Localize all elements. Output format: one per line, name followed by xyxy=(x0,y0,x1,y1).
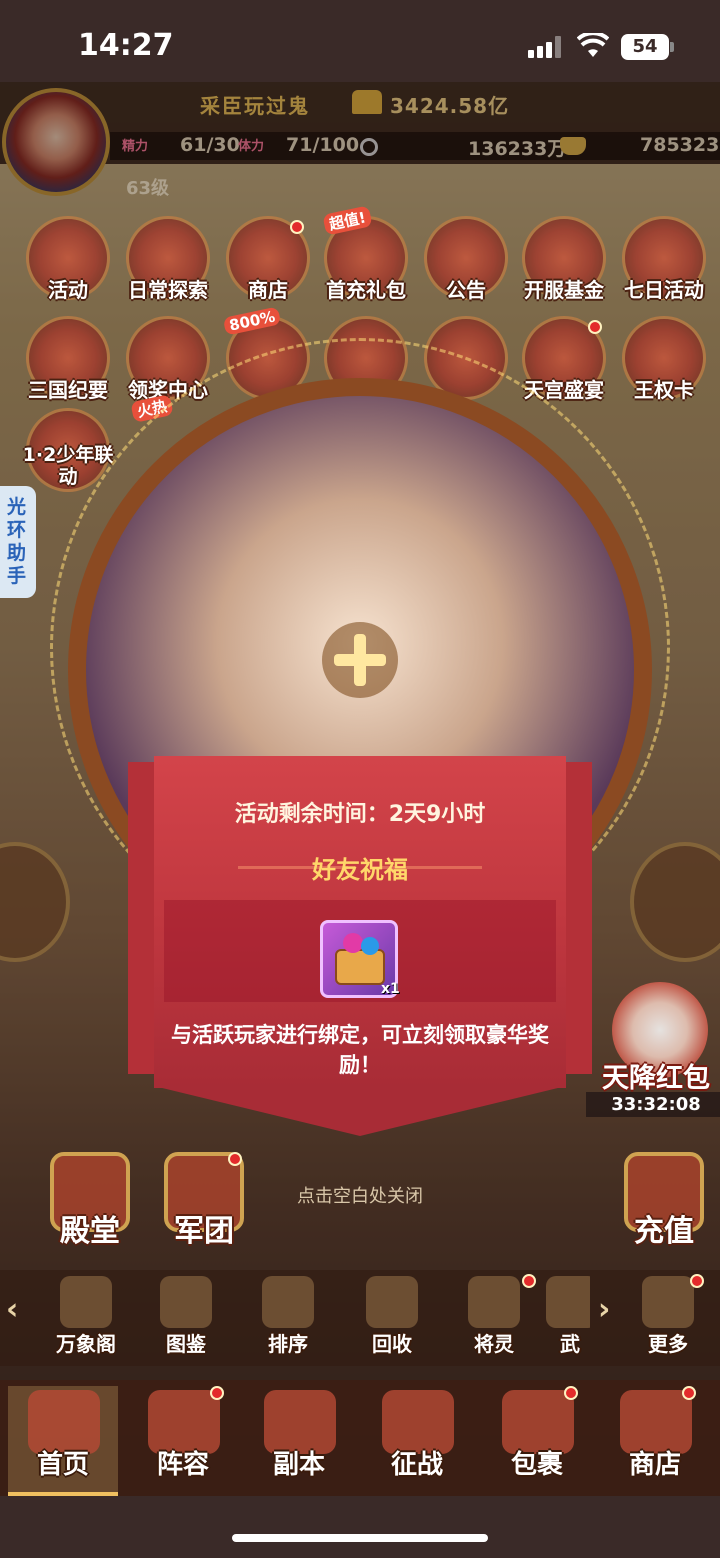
wanxiang-pavilion-label: 万象阁 xyxy=(56,1332,116,1356)
nav-shop-label: 商店 xyxy=(628,1450,681,1480)
more-button[interactable]: 更多 xyxy=(620,1274,716,1360)
nav-bag-label: 包裹 xyxy=(510,1450,563,1480)
nav-dungeon[interactable]: 副本 xyxy=(244,1386,354,1496)
first-recharge-button[interactable]: 超值! 首充礼包 xyxy=(322,205,410,312)
shop-label: 商店 xyxy=(248,278,288,302)
weapon-label: 武 xyxy=(560,1332,580,1356)
home-indicator[interactable] xyxy=(232,1534,488,1542)
nav-dungeon-label: 副本 xyxy=(272,1450,325,1480)
sort-button[interactable]: 排序 xyxy=(240,1276,336,1360)
cards-icon xyxy=(262,1276,314,1328)
nav-campaign-label: 征战 xyxy=(390,1450,443,1480)
legion-button[interactable]: 军团 xyxy=(156,1152,252,1252)
more-label: 更多 xyxy=(648,1332,688,1356)
function-row: 万象阁 图鉴 排序 回收 将灵 武 更多 xyxy=(0,1270,720,1366)
remaining-time: 活动剩余时间：2天9小时 xyxy=(234,802,486,827)
weapon-icon xyxy=(546,1276,590,1328)
popup-description: 与活跃玩家进行绑定，可立刻领取豪华奖励！ xyxy=(171,1023,549,1077)
notification-dot xyxy=(210,1386,224,1400)
first-recharge-label: 首充礼包 xyxy=(326,278,406,302)
notification-dot xyxy=(564,1386,578,1400)
recharge-button[interactable]: 充值 xyxy=(616,1152,712,1252)
close-hint: 点击空白处关闭 xyxy=(297,1186,423,1207)
bottom-nav: 首页 阵容 副本 征战 包裹 商店 xyxy=(0,1380,720,1496)
palace-label: 殿堂 xyxy=(60,1214,120,1249)
server-fund-label: 开服基金 xyxy=(524,278,604,302)
announcement-label: 公告 xyxy=(446,278,486,302)
nav-shop[interactable]: 商店 xyxy=(600,1386,710,1496)
halo-helper-label: 光环助手 xyxy=(7,496,27,587)
codex-button[interactable]: 图鉴 xyxy=(138,1276,234,1360)
reward-item[interactable]: x1 xyxy=(320,920,400,998)
nav-bag[interactable]: 包裹 xyxy=(482,1386,592,1496)
nav-lineup-label: 阵容 xyxy=(156,1450,209,1480)
signal-icon xyxy=(528,36,562,58)
nav-home-label: 首页 xyxy=(36,1450,89,1480)
gem-icon xyxy=(343,933,363,953)
red-packet-timer: 33:32:08 xyxy=(586,1092,720,1117)
spirit-icon xyxy=(468,1276,520,1328)
legion-label: 军团 xyxy=(174,1214,234,1249)
cauldron-icon xyxy=(366,1276,418,1328)
nav-campaign[interactable]: 征战 xyxy=(362,1386,472,1496)
activity-button[interactable]: 活动 xyxy=(24,216,112,312)
popup-title: 好友祝福 xyxy=(312,856,408,884)
friend-blessing-popup: 活动剩余时间：2天9小时 好友祝福 x1 与活跃玩家进行绑定，可立刻领取豪华奖励… xyxy=(128,756,592,1146)
wifi-icon xyxy=(577,33,609,57)
recycle-label: 回收 xyxy=(372,1332,412,1356)
daily-explore-button[interactable]: 日常探索 xyxy=(124,216,212,312)
shop-button[interactable]: 商店 xyxy=(224,216,312,312)
royal-card-button[interactable]: 王权卡 xyxy=(620,316,708,412)
recharge-label: 充值 xyxy=(634,1214,694,1249)
plus-icon[interactable] xyxy=(322,622,398,698)
status-time: 14:27 xyxy=(78,28,174,63)
battery-indicator: 54 xyxy=(621,34,669,60)
notification-dot xyxy=(682,1386,696,1400)
nav-lineup[interactable]: 阵容 xyxy=(128,1386,238,1496)
notification-dot xyxy=(290,220,304,234)
halo-helper-tab[interactable]: 光环助手 xyxy=(0,486,36,598)
notification-dot xyxy=(690,1274,704,1288)
scroll-right-arrow[interactable]: › xyxy=(598,1292,610,1327)
red-packet-button[interactable]: 天降红包 33:32:08 xyxy=(586,982,720,1117)
red-packet-label: 天降红包 xyxy=(602,1063,710,1094)
more-icon xyxy=(642,1276,694,1328)
status-bar: 14:27 54 xyxy=(0,0,720,82)
treasure-chest-icon xyxy=(335,949,385,985)
activity-label: 活动 xyxy=(48,278,88,302)
sort-label: 排序 xyxy=(268,1332,308,1356)
seven-day-button[interactable]: 七日活动 xyxy=(620,216,708,312)
three-kingdoms-button[interactable]: 三国纪要 xyxy=(24,316,112,412)
nav-home[interactable]: 首页 xyxy=(8,1386,118,1496)
wanxiang-pavilion-button[interactable]: 万象阁 xyxy=(38,1276,134,1360)
popup-tail xyxy=(154,1086,566,1136)
battery-tip xyxy=(670,42,674,52)
announcement-button[interactable]: 公告 xyxy=(422,216,510,312)
server-fund-button[interactable]: 开服基金 xyxy=(520,216,608,312)
codex-label: 图鉴 xyxy=(166,1332,206,1356)
general-spirit-button[interactable]: 将灵 xyxy=(446,1274,542,1360)
scroll-left-arrow[interactable]: ‹ xyxy=(6,1292,18,1327)
three-kingdoms-label: 三国纪要 xyxy=(28,378,108,402)
royal-card-label: 王权卡 xyxy=(634,378,694,402)
seven-day-label: 七日活动 xyxy=(624,278,704,302)
reward-count: x1 xyxy=(381,981,400,997)
notification-dot xyxy=(522,1274,536,1288)
pavilion-icon xyxy=(60,1276,112,1328)
gem-icon xyxy=(361,937,379,955)
notification-dot xyxy=(588,320,602,334)
palace-button[interactable]: 殿堂 xyxy=(42,1152,138,1252)
scroll-icon xyxy=(160,1276,212,1328)
recycle-button[interactable]: 回收 xyxy=(344,1276,440,1360)
daily-explore-label: 日常探索 xyxy=(128,278,208,302)
general-spirit-label: 将灵 xyxy=(474,1332,514,1356)
weapon-button[interactable]: 武 xyxy=(540,1276,590,1360)
notification-dot xyxy=(228,1152,242,1166)
system-bottom-area xyxy=(0,1496,720,1558)
